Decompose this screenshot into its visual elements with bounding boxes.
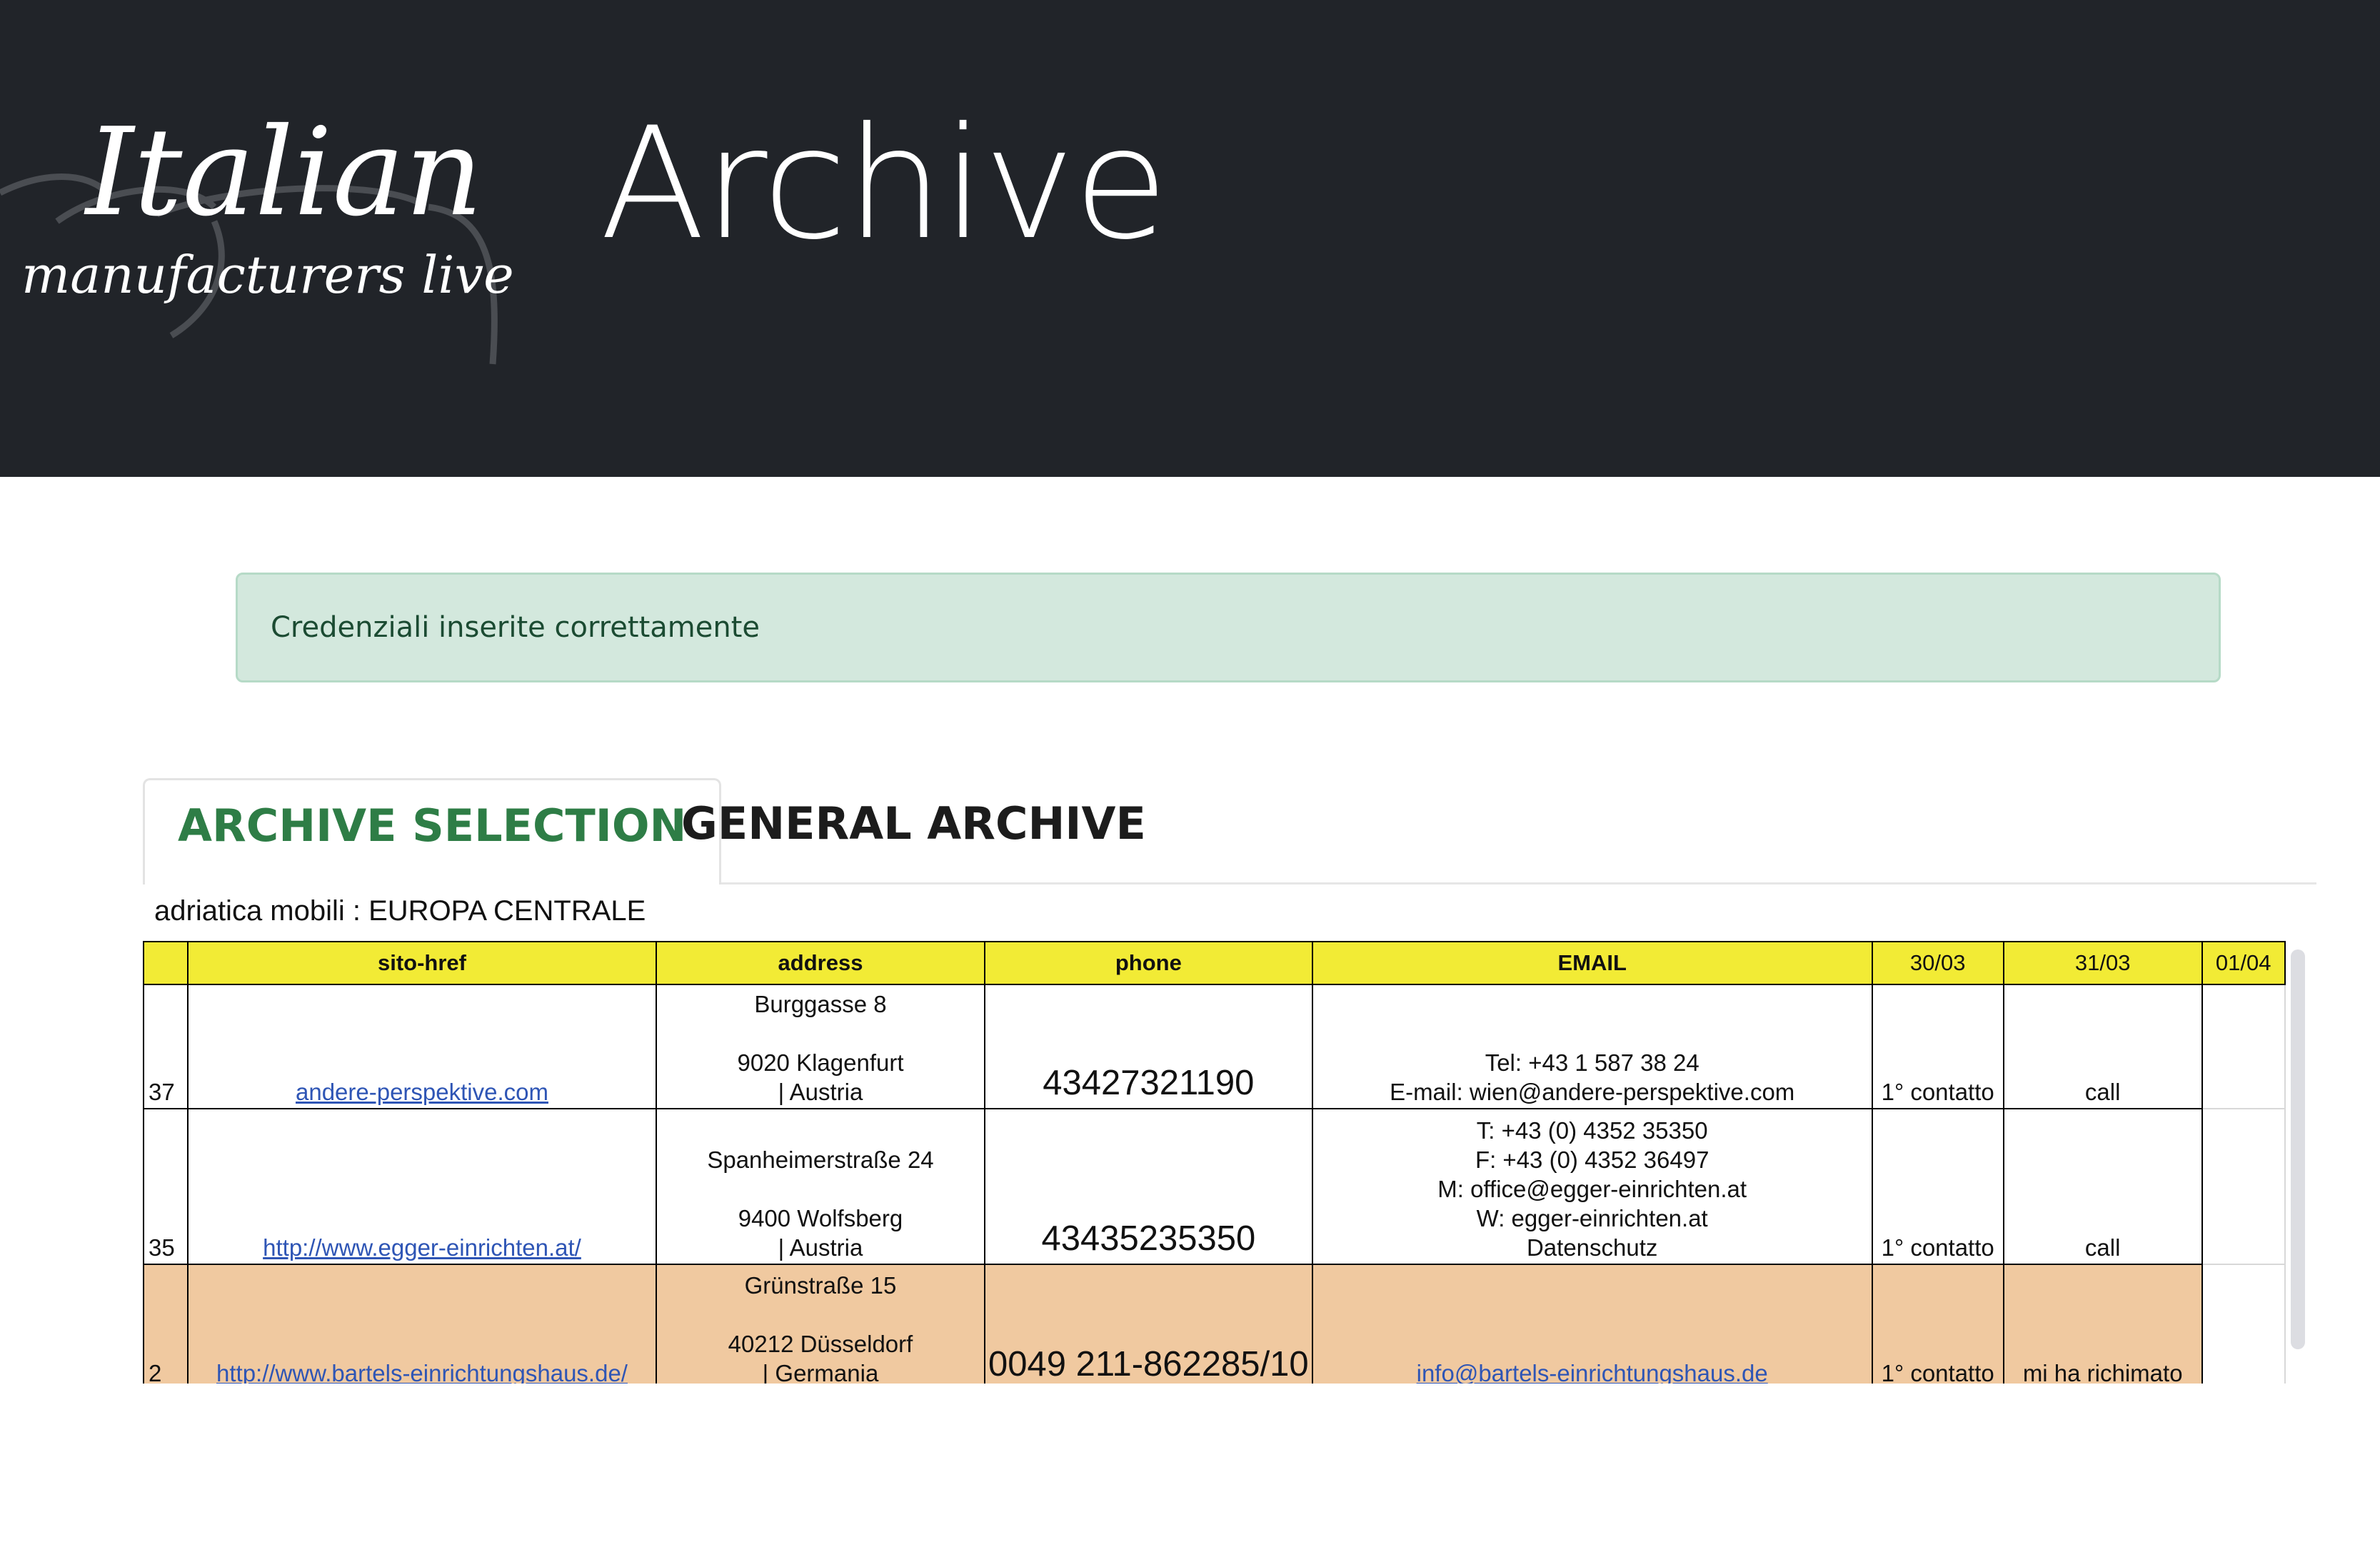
sheet-scrollbar[interactable] [2291, 949, 2305, 1349]
site-cell: http://www.bartels-einrichtungshaus.de/ [187, 1264, 657, 1384]
column-header-date-3[interactable]: 01/04 [2201, 941, 2286, 985]
address-line: Spanheimerstraße 24 [707, 1147, 934, 1173]
row-index: 35 [143, 1108, 189, 1265]
column-header-date-1[interactable]: 30/03 [1871, 941, 2004, 985]
logo-subtitle: manufacturers live [21, 245, 514, 305]
email-link[interactable]: info@bartels-einrichtungshaus.de [1417, 1360, 1768, 1384]
site-cell: http://www.egger-einrichten.at/ [187, 1108, 657, 1265]
email-line: F: +43 (0) 4352 36497 [1475, 1147, 1709, 1173]
address-blank-line [660, 1300, 981, 1329]
column-header-email[interactable]: EMAIL [1311, 941, 1873, 985]
logo-title: Italian [84, 102, 483, 243]
column-header-index [143, 941, 189, 985]
archive-tabs: ARCHIVE SELECTION GENERAL ARCHIVE [143, 778, 2316, 885]
email-line: Datenschutz [1526, 1234, 1658, 1261]
address-cell: Spanheimerstraße 24 9400 Wolfsberg | Aus… [656, 1108, 985, 1265]
site-header: Italian manufacturers live Archive [0, 0, 2380, 477]
column-header-address[interactable]: address [656, 941, 985, 985]
email-line: T: +43 (0) 4352 35350 [1476, 1117, 1708, 1144]
column-header-date-2[interactable]: 31/03 [2002, 941, 2203, 985]
phone-cell: 43427321190 [984, 984, 1313, 1109]
tab-archive-selection[interactable]: ARCHIVE SELECTION [143, 778, 722, 885]
table-header-row: sito-href address phone EMAIL 30/03 31/0… [143, 941, 2286, 985]
success-alert: Credenziali inserite correttamente [236, 573, 2221, 682]
date-cell: call [2002, 984, 2203, 1109]
table-row: 35 http://www.egger-einrichten.at/ Spanh… [143, 1108, 2286, 1265]
address-line: 40212 Düsseldorf [728, 1331, 913, 1357]
address-line: Grünstraße 15 [744, 1272, 897, 1299]
row-index: 2 [143, 1264, 189, 1384]
address-line: | Austria [778, 1079, 863, 1105]
email-line: W: egger-einrichten.at [1476, 1205, 1708, 1231]
date-cell: mi ha richimato [2002, 1264, 2203, 1384]
phone-cell: 43435235350 [984, 1108, 1313, 1265]
row-index: 37 [143, 984, 189, 1109]
date-cell: 1° contatto [1871, 1264, 2004, 1384]
date-cell: 1° contatto [1871, 984, 2004, 1109]
archive-table: sito-href address phone EMAIL 30/03 31/0… [143, 941, 2286, 1384]
date-cell: 1° contatto [1871, 1108, 2004, 1265]
email-line: Tel: +43 1 587 38 24 [1485, 1049, 1699, 1076]
email-cell: T: +43 (0) 4352 35350 F: +43 (0) 4352 36… [1311, 1108, 1873, 1265]
email-line: E-mail: wien@andere-perspektive.com [1390, 1079, 1795, 1105]
date-cell [2201, 1264, 2286, 1384]
address-line: 9020 Klagenfurt [737, 1049, 904, 1076]
email-cell: Tel: +43 1 587 38 24 E-mail: wien@andere… [1311, 984, 1873, 1109]
address-line: | Germania [762, 1360, 879, 1384]
column-header-site[interactable]: sito-href [187, 941, 657, 985]
address-cell: Burggasse 8 9020 Klagenfurt | Austria [656, 984, 985, 1109]
brand-logo[interactable]: Italian manufacturers live [0, 100, 543, 371]
date-cell [2201, 984, 2286, 1109]
table-row: 37 andere-perspektive.com Burggasse 8 90… [143, 984, 2286, 1109]
archive-sheet[interactable]: sito-href address phone EMAIL 30/03 31/0… [143, 941, 2316, 1384]
address-line: Burggasse 8 [754, 991, 887, 1017]
table-row-highlighted: 2 http://www.bartels-einrichtungshaus.de… [143, 1264, 2286, 1384]
column-header-phone[interactable]: phone [984, 941, 1313, 985]
address-line: 9400 Wolfsberg [738, 1205, 903, 1231]
tab-general-archive[interactable]: GENERAL ARCHIVE [648, 778, 1179, 870]
site-link[interactable]: http://www.bartels-einrichtungshaus.de/ [216, 1360, 628, 1384]
email-cell: info@bartels-einrichtungshaus.de [1311, 1264, 1873, 1384]
date-cell [2201, 1108, 2286, 1265]
alert-message: Credenziali inserite correttamente [271, 611, 760, 644]
page-title: Archive [600, 94, 1168, 273]
site-link[interactable]: andere-perspektive.com [296, 1079, 548, 1105]
address-blank-line [660, 1174, 981, 1204]
sheet-caption: adriatica mobili : EUROPA CENTRALE [154, 895, 646, 927]
date-cell: call [2002, 1108, 2203, 1265]
address-line: | Austria [778, 1234, 863, 1261]
phone-cell: 0049 211-862285/10 [984, 1264, 1313, 1384]
address-blank-line [660, 1019, 981, 1048]
address-cell: Grünstraße 15 40212 Düsseldorf | Germani… [656, 1264, 985, 1384]
email-line: M: office@egger-einrichten.at [1437, 1176, 1747, 1202]
site-link[interactable]: http://www.egger-einrichten.at/ [263, 1234, 581, 1261]
site-cell: andere-perspektive.com [187, 984, 657, 1109]
